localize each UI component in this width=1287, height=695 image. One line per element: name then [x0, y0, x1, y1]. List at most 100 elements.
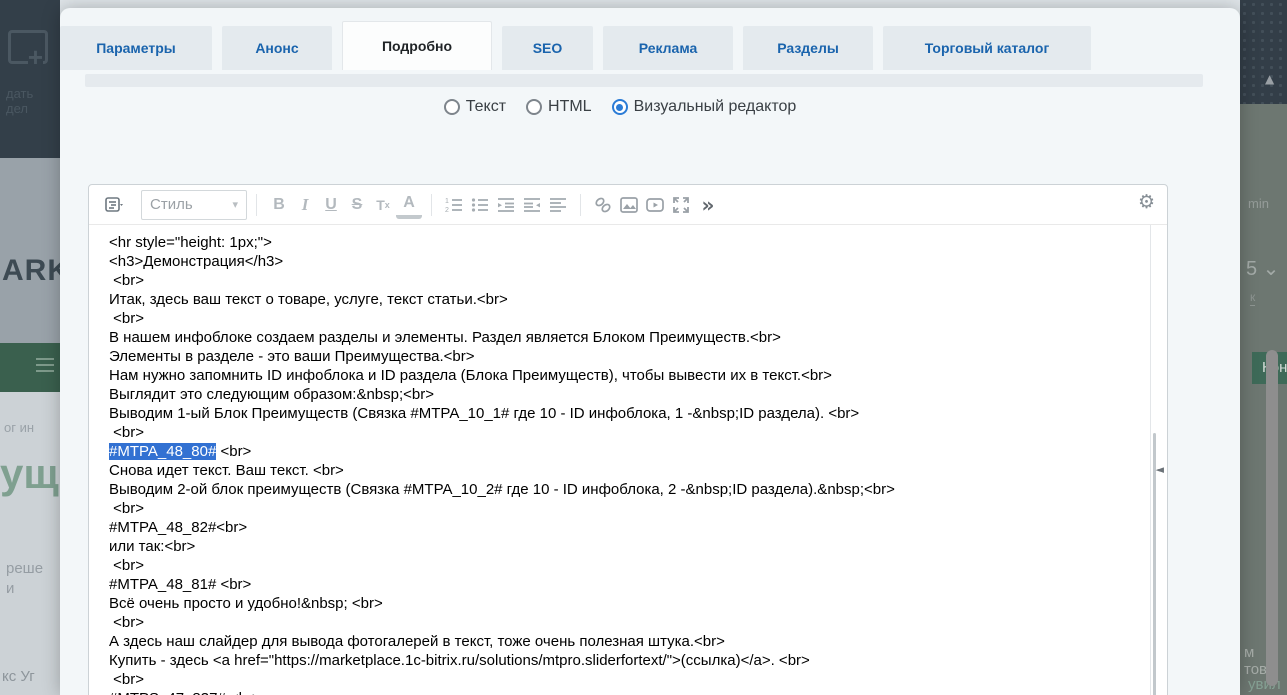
bullet-list-icon [470, 195, 490, 215]
outdent-icon [522, 195, 542, 215]
editor-line: Выглядит это следующим образом:&nbsp;<br… [109, 385, 1137, 404]
toolbar-separator [431, 194, 432, 216]
editor-line: А здесь наш слайдер для вывода фотогалер… [109, 632, 1137, 651]
editor-line: <br> [109, 670, 1137, 689]
backdrop-left-header: дать дел [0, 0, 60, 158]
svg-text:2: 2 [445, 207, 449, 214]
radio-visual-editor-mode[interactable]: Визуальный редактор [612, 98, 797, 116]
components-panel-button[interactable] [101, 191, 127, 219]
form-top-band [85, 74, 1203, 87]
link-icon [593, 195, 613, 215]
backdrop-create-text: дать дел [6, 86, 33, 116]
editor-line: <br> [109, 309, 1137, 328]
style-dropdown[interactable]: Стиль ▾ [141, 190, 247, 220]
radio-text-mode[interactable]: Текст [444, 98, 506, 116]
ordered-list-icon: 1 2 [444, 195, 464, 215]
outdent-button[interactable] [519, 191, 545, 219]
fullscreen-icon [671, 195, 691, 215]
clear-format-label: T [376, 197, 385, 213]
ordered-list-button[interactable]: 1 2 [441, 191, 467, 219]
editor-line: Всё очень просто и удобно!&nbsp; <br> [109, 594, 1137, 613]
style-dropdown-label: Стиль [150, 196, 193, 213]
tab-reklama[interactable]: Реклама [603, 26, 733, 70]
backdrop-text-fragment: ог ин [4, 420, 34, 435]
editor-scroll-divider [1150, 225, 1151, 695]
hamburger-icon [36, 358, 54, 376]
editor-line: <br> [109, 423, 1137, 442]
editor-line: <br> [109, 556, 1137, 575]
editor-line: Снова идет текст. Ваш текст. <br> [109, 461, 1137, 480]
toolbar-separator [256, 194, 257, 216]
more-tools-button[interactable]: » [694, 191, 720, 219]
radio-label: HTML [548, 98, 592, 116]
chevron-down-icon: ▾ [232, 198, 238, 211]
editor-line: <br> [109, 499, 1137, 518]
create-section-icon [8, 30, 48, 64]
components-panel-icon [104, 195, 124, 215]
dialog-tabs: Параметры Анонс Подробно SEO Реклама Раз… [60, 13, 1101, 70]
backdrop-text-fragment: дел [6, 101, 33, 116]
backdrop-left-content: ог ин уще реше и кс Уг [0, 392, 60, 695]
editor-mode-switch: Текст HTML Визуальный редактор [60, 98, 1180, 116]
editor-line: #MTPS_47_837# <br> [109, 689, 1137, 695]
editor-line: <hr style="height: 1px;"> [109, 233, 1137, 252]
bullet-list-button[interactable] [467, 191, 493, 219]
backdrop-text-fragment: реше [6, 560, 43, 577]
editor-line: <h3>Демонстрация</h3> [109, 252, 1137, 271]
editor-line: В нашем инфоблоке создаем разделы и элем… [109, 328, 1137, 347]
insert-video-button[interactable] [642, 191, 668, 219]
backdrop-text-fragment: и [6, 580, 14, 597]
text-color-button[interactable]: A [396, 191, 422, 219]
clear-format-button[interactable]: Tx [370, 191, 396, 219]
svg-text:1: 1 [445, 198, 449, 205]
clear-format-sub: x [385, 200, 390, 210]
strikethrough-button[interactable]: S [344, 191, 370, 219]
editor-line: #MTPA_48_80# <br> [109, 442, 1137, 461]
editor-line: <br> [109, 271, 1137, 290]
fullscreen-button[interactable] [668, 191, 694, 219]
backdrop-left-logo-area: ARK [0, 158, 60, 343]
radio-label: Визуальный редактор [634, 98, 797, 116]
editor-toolbar: Стиль ▾ B I U S Tx A 1 2 [89, 185, 1167, 225]
backdrop-text-fragment: к [1250, 290, 1255, 306]
radio-icon [526, 99, 542, 115]
insert-image-button[interactable] [616, 191, 642, 219]
editor-line: Выводим 2-ой блок преимуществ (Связка #M… [109, 480, 1137, 499]
indent-button[interactable] [493, 191, 519, 219]
side-panel-toggle-icon[interactable]: ◄ [1156, 463, 1164, 476]
indent-icon [496, 195, 516, 215]
gear-icon[interactable]: ⚙ [1138, 191, 1155, 213]
editor-text: <hr style="height: 1px;"><h3>Демонстраци… [89, 233, 1137, 695]
editor-line: Итак, здесь ваш текст о товаре, услуге, … [109, 290, 1137, 309]
selected-text: #MTPA_48_80# [109, 443, 216, 460]
editor-line: Купить - здесь <a href="https://marketpl… [109, 651, 1137, 670]
tab-torgovyj-katalog[interactable]: Торговый каталог [883, 26, 1091, 70]
tab-anons[interactable]: Анонс [222, 26, 332, 70]
align-button[interactable] [545, 191, 571, 219]
dialog-scrollbar-thumb[interactable] [1266, 350, 1278, 686]
tab-razdely[interactable]: Разделы [743, 26, 873, 70]
radio-icon [444, 99, 460, 115]
editor-line: #MTPA_48_81# <br> [109, 575, 1137, 594]
dialog-scrollbar: ▲ [1262, 60, 1282, 695]
radio-html-mode[interactable]: HTML [526, 98, 592, 116]
bold-button[interactable]: B [266, 191, 292, 219]
tab-seo[interactable]: SEO [502, 26, 593, 70]
editor-content-area[interactable]: <hr style="height: 1px;"><h3>Демонстраци… [89, 225, 1167, 695]
tab-content-area: Текст HTML Визуальный редактор [60, 70, 1240, 695]
backdrop-text-fragment: дать [6, 86, 33, 101]
video-icon [645, 195, 665, 215]
insert-link-button[interactable] [590, 191, 616, 219]
scroll-up-arrow-icon[interactable]: ▲ [1265, 72, 1274, 86]
tab-parametry[interactable]: Параметры [60, 26, 212, 70]
image-icon [619, 195, 639, 215]
editor-line: #MTPA_48_82#<br> [109, 518, 1137, 537]
align-left-icon [548, 195, 568, 215]
backdrop-menu-bar [0, 343, 60, 392]
tab-podrobno[interactable]: Подробно [342, 21, 492, 70]
editor-line: Выводим 1-ый Блок Преимуществ (Связка #M… [109, 404, 1137, 423]
italic-button[interactable]: I [292, 191, 318, 219]
editor-line: Элементы в разделе - это ваши Преимущест… [109, 347, 1137, 366]
underline-button[interactable]: U [318, 191, 344, 219]
radio-icon [612, 99, 628, 115]
